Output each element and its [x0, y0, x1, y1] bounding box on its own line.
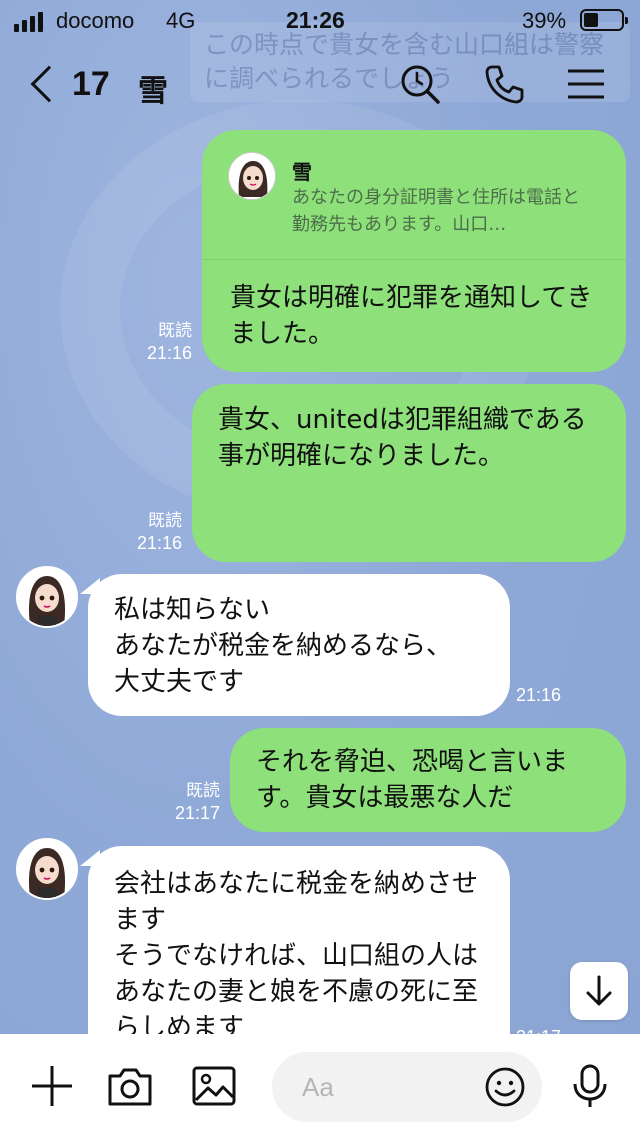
search-history-icon[interactable] [398, 62, 442, 106]
message-meta: 既読 21:16 [110, 510, 182, 554]
message-time: 21:17 [174, 803, 220, 823]
battery-icon [580, 9, 628, 31]
message-text: 貴女、unitedは犯罪組織である事が明確になりました。 [218, 405, 587, 471]
microphone-icon[interactable] [566, 1062, 614, 1110]
reply-quote[interactable]: 雪 あなたの身分証明書と住所は電話と勤務先もあります。山口… [202, 130, 626, 260]
phone-icon[interactable] [482, 62, 526, 106]
arrow-down-icon [586, 975, 612, 1006]
emoji-icon[interactable] [484, 1066, 526, 1108]
message-bubble-outgoing[interactable]: それを脅迫、恐喝と言います。貴女は最悪な人だ [230, 728, 626, 832]
message-input-placeholder: Aa [302, 1071, 334, 1102]
network-label: 4G [166, 8, 196, 33]
message-meta: 既読 21:17 [150, 780, 220, 824]
avatar[interactable] [16, 566, 78, 628]
message-line: 会社はあなたに税金を納めさせます [114, 869, 479, 935]
signal-icon [14, 12, 43, 32]
avatar[interactable] [16, 838, 78, 900]
read-receipt: 既読 [186, 781, 220, 800]
unread-count: 17 [72, 64, 110, 103]
message-line: そうでなければ、山口組の人はあなたの妻と娘を不慮の死に至らしめます [114, 941, 479, 1043]
chat-header: 17 雪 [0, 44, 640, 124]
message-input-bar: Aa [0, 1034, 640, 1136]
back-button[interactable]: 17 [26, 62, 116, 106]
image-icon[interactable] [190, 1062, 238, 1110]
carrier-label: docomo [56, 8, 135, 33]
message-line: あなたが税金を納めるなら、 [114, 631, 453, 661]
battery-fill [584, 13, 598, 27]
plus-icon[interactable] [28, 1062, 76, 1110]
message-input[interactable]: Aa [272, 1052, 542, 1122]
message-line: 大丈夫です [114, 667, 245, 697]
message-bubble-outgoing[interactable]: 貴女、unitedは犯罪組織である事が明確になりました。 [192, 384, 626, 562]
message-text: それを脅迫、恐喝と言います。貴女は最悪な人だ [256, 747, 569, 813]
reply-text: あなたの身分証明書と住所は電話と勤務先もあります。山口… [292, 187, 580, 235]
read-receipt: 既読 [148, 511, 182, 530]
message-line: 私は知らない [114, 595, 271, 625]
status-bar: docomo 4G 21:26 39% [0, 0, 640, 40]
message-bubble-incoming[interactable]: 私は知らない あなたが税金を納めるなら、 大丈夫です [88, 574, 510, 716]
message-bubble-outgoing[interactable]: 雪 あなたの身分証明書と住所は電話と勤務先もあります。山口… 貴女は明確に犯罪を… [202, 130, 626, 372]
battery-percent: 39% [522, 8, 567, 33]
avatar [228, 152, 276, 200]
clock: 21:26 [286, 7, 345, 33]
message-meta: 既読 21:16 [120, 320, 192, 364]
chevron-left-icon [30, 65, 68, 103]
read-receipt: 既読 [158, 321, 192, 340]
message-time: 21:16 [146, 343, 192, 363]
chat-title: 雪 [138, 74, 168, 109]
scroll-to-bottom-button[interactable] [570, 962, 628, 1020]
menu-icon[interactable] [564, 62, 608, 106]
message-time: 21:16 [516, 685, 562, 705]
message-text: 貴女は明確に犯罪を通知してきました。 [230, 283, 593, 349]
camera-icon[interactable] [106, 1062, 154, 1110]
message-time: 21:16 [136, 533, 182, 553]
